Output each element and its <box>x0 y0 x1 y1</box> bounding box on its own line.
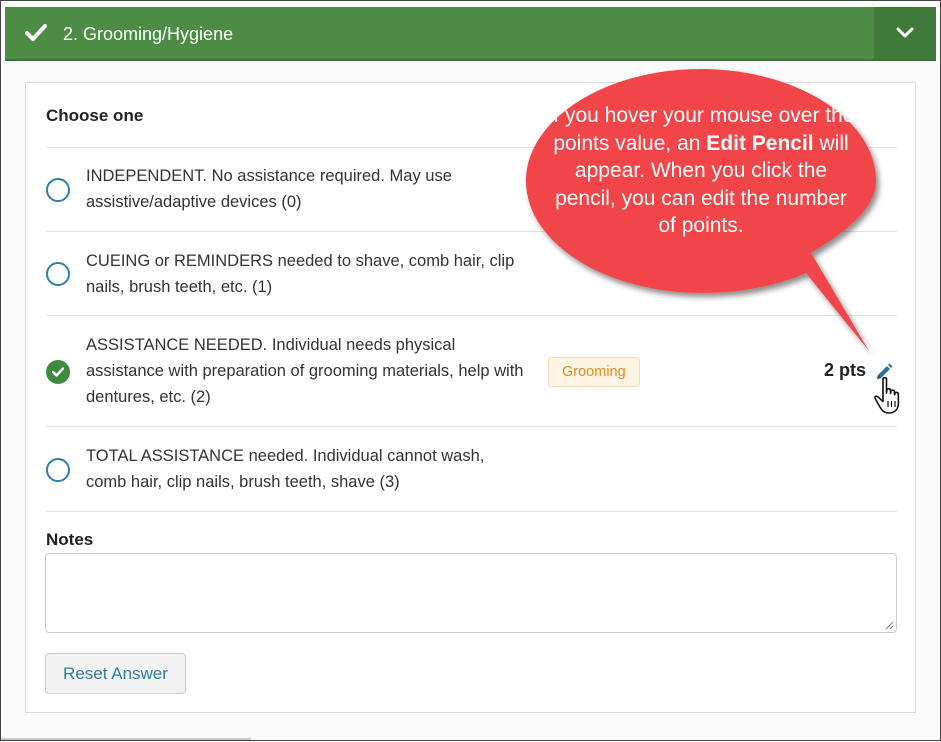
choose-one-label: Choose one <box>46 106 144 125</box>
callout-text: If you hover your mouse over the points … <box>546 102 856 240</box>
collapse-toggle-button[interactable] <box>874 7 936 59</box>
section-header[interactable]: 2. Grooming/Hygiene <box>5 7 936 61</box>
callout-emphasis: Edit Pencil <box>706 131 814 155</box>
resize-grip-icon[interactable] <box>884 620 894 630</box>
section-title: 2. Grooming/Hygiene <box>63 24 234 44</box>
notes-textarea[interactable] <box>45 553 897 633</box>
radio-button-selected[interactable] <box>46 360 70 384</box>
radio-button[interactable] <box>46 178 70 202</box>
check-icon <box>52 367 64 377</box>
divider <box>1 738 251 740</box>
divider <box>46 315 897 316</box>
category-tag: Grooming <box>548 357 640 387</box>
divider <box>46 426 897 427</box>
option-label: INDEPENDENT. No assistance required. May… <box>86 167 452 211</box>
option-label: ASSISTANCE NEEDED. Individual needs phys… <box>86 336 524 406</box>
radio-button[interactable] <box>46 458 70 482</box>
divider <box>46 511 897 512</box>
option-label: TOTAL ASSISTANCE needed. Individual cann… <box>86 447 485 491</box>
hand-pointer-icon <box>874 376 900 414</box>
radio-button[interactable] <box>46 262 70 286</box>
screenshot-frame: 2. Grooming/Hygiene Choose one INDEPENDE… <box>0 0 941 741</box>
option-label: CUEING or REMINDERS needed to shave, com… <box>86 252 515 296</box>
notes-label: Notes <box>46 530 94 549</box>
check-icon <box>25 24 47 41</box>
chevron-down-icon <box>896 27 914 38</box>
points-value[interactable]: 2 pts <box>824 360 866 381</box>
reset-answer-button[interactable]: Reset Answer <box>45 653 186 694</box>
